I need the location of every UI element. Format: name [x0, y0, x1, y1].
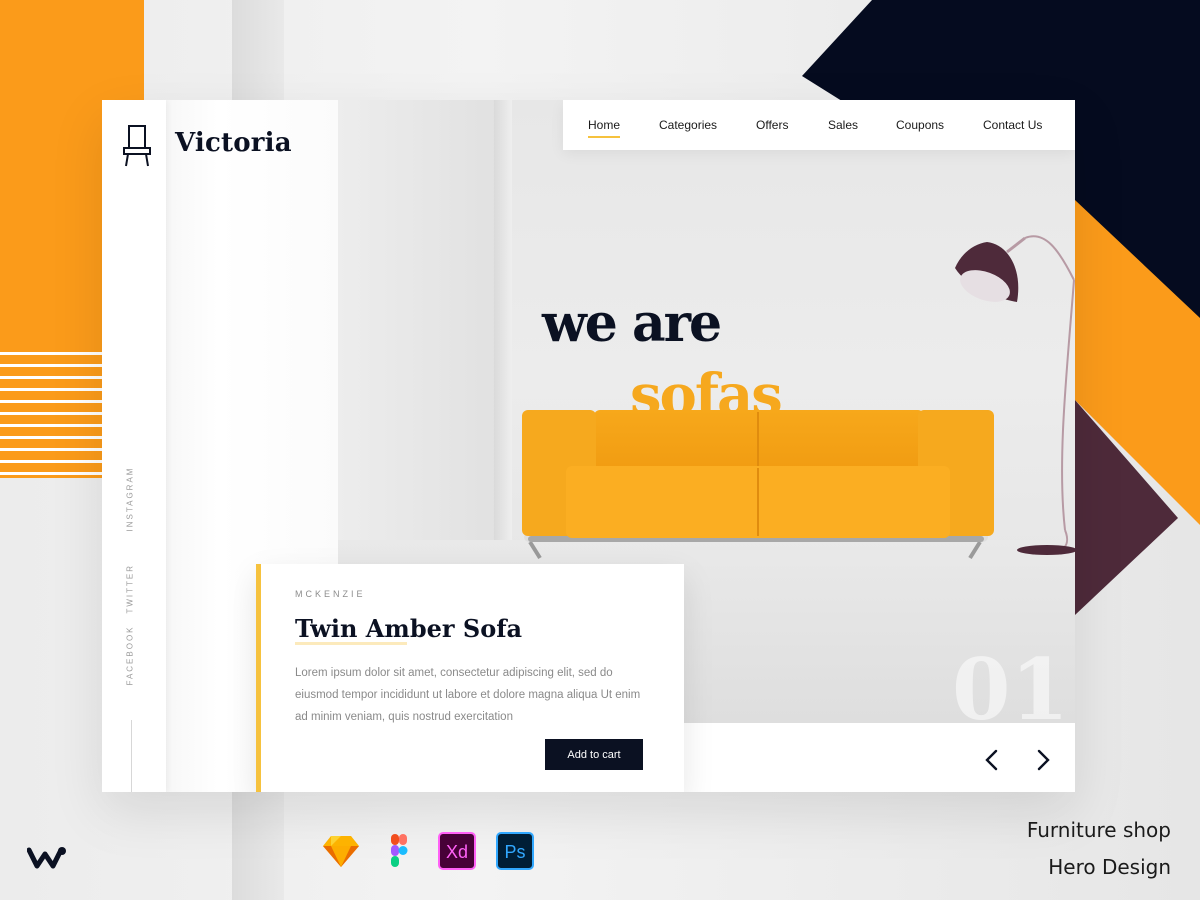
- chair-icon: [123, 125, 151, 167]
- brand-name[interactable]: Victoria: [175, 128, 292, 158]
- xd-icon: Xd: [438, 832, 476, 870]
- nav-categories[interactable]: Categories: [659, 118, 717, 132]
- svg-text:Xd: Xd: [446, 842, 468, 862]
- design-tools: Xd Ps: [322, 832, 534, 870]
- product-brand: MCKENZIE: [295, 589, 366, 599]
- nav-sales[interactable]: Sales: [828, 118, 858, 132]
- product-accent-bar: [256, 564, 261, 792]
- add-to-cart-button[interactable]: Add to cart: [545, 739, 643, 770]
- wm-logo-icon: [27, 847, 66, 869]
- nav-coupons[interactable]: Coupons: [896, 118, 944, 132]
- hero-card: we are sofas 01 INSTAGRAM TWITTER FACEBO…: [102, 100, 1075, 792]
- social-facebook[interactable]: FACEBOOK: [126, 625, 135, 685]
- figma-icon: [391, 834, 408, 867]
- arrow-right-icon[interactable]: [1031, 748, 1055, 772]
- sofa-illustration: [522, 410, 994, 560]
- arrow-left-icon[interactable]: [980, 748, 1004, 772]
- ps-icon: Ps: [496, 832, 534, 870]
- nav-offers[interactable]: Offers: [756, 118, 788, 132]
- social-divider: [131, 720, 132, 792]
- headline-line-1: we are: [542, 293, 722, 354]
- social-instagram[interactable]: INSTAGRAM: [126, 467, 135, 532]
- product-title: Twin Amber Sofa: [295, 614, 523, 643]
- sidebar: INSTAGRAM TWITTER FACEBOOK: [102, 100, 166, 792]
- caption-line-1: Furniture shop: [1026, 818, 1171, 842]
- sketch-icon: [323, 836, 359, 867]
- caption-line-2: Hero Design: [1048, 855, 1171, 879]
- product-description: Lorem ipsum dolor sit amet, consectetur …: [295, 667, 641, 723]
- nav-home[interactable]: Home: [588, 118, 621, 138]
- product-card: MCKENZIE Twin Amber Sofa Lorem ipsum dol…: [256, 564, 684, 792]
- svg-text:Ps: Ps: [504, 842, 525, 862]
- nav-contact-us[interactable]: Contact Us: [983, 118, 1042, 132]
- top-nav: Home Categories Offers Sales Coupons Con…: [563, 100, 1075, 150]
- hero-wall-edge: [494, 100, 512, 560]
- social-twitter[interactable]: TWITTER: [126, 564, 135, 614]
